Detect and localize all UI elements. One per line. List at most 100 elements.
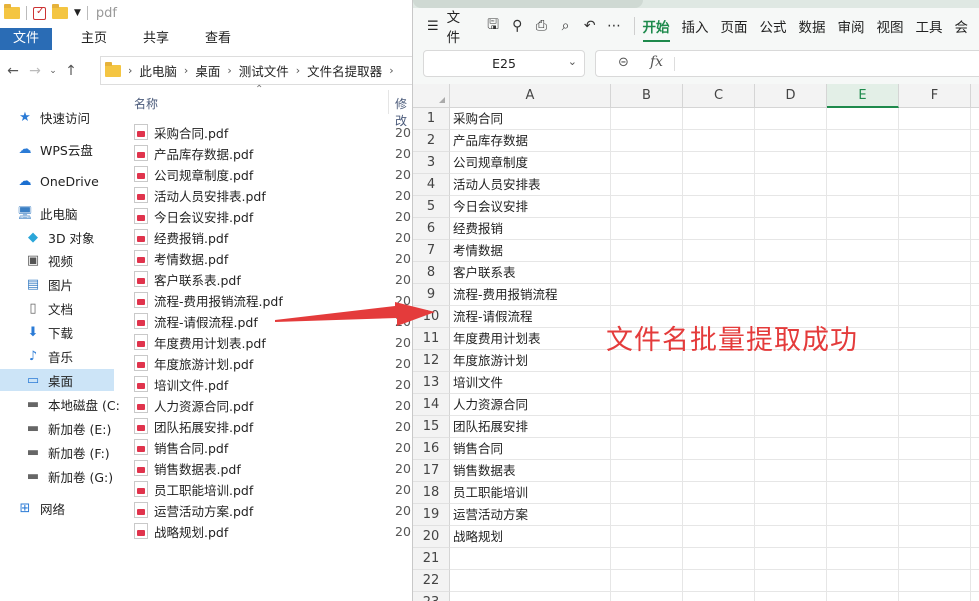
function-icon[interactable]: fx	[650, 54, 663, 70]
row-header[interactable]: 8	[413, 262, 450, 284]
chevron-down-icon[interactable]: ⌄	[568, 55, 577, 68]
nav-item-music[interactable]: ♪ 音乐	[24, 345, 138, 367]
quick-access-dropdown-icon[interactable]: ▼	[74, 8, 81, 18]
row-header[interactable]: 12	[413, 350, 450, 372]
undo-icon[interactable]: ↶	[581, 18, 598, 34]
nav-item-onedrive[interactable]: ☁ OneDrive	[16, 170, 130, 192]
print-icon[interactable]: ⎙	[533, 18, 550, 34]
row-header[interactable]: 13	[413, 372, 450, 394]
hamburger-menu-icon[interactable]: ☰	[427, 19, 439, 34]
cell-a[interactable]: 员工职能培训	[453, 482, 528, 504]
row-header[interactable]: 17	[413, 460, 450, 482]
row-header[interactable]: 20	[413, 526, 450, 548]
row-header[interactable]: 14	[413, 394, 450, 416]
column-header-c[interactable]: C	[683, 84, 755, 108]
row-header[interactable]: 1	[413, 108, 450, 130]
cell-a[interactable]: 流程-费用报销流程	[453, 284, 558, 306]
cell-a[interactable]: 今日会议安排	[453, 196, 528, 218]
file-list-item[interactable]: 客户联系表.pdf 20	[134, 269, 412, 289]
row-header[interactable]: 5	[413, 196, 450, 218]
cell-a[interactable]: 采购合同	[453, 108, 503, 130]
row-header[interactable]: 6	[413, 218, 450, 240]
file-list-item[interactable]: 产品库存数据.pdf 20	[134, 143, 412, 163]
row-header[interactable]: 3	[413, 152, 450, 174]
nav-item-downloads[interactable]: ⬇ 下载	[24, 321, 138, 343]
cell-a[interactable]: 团队拓展安排	[453, 416, 528, 438]
cell-a[interactable]: 销售合同	[453, 438, 503, 460]
cell-a[interactable]: 销售数据表	[453, 460, 516, 482]
row-header[interactable]: 10	[413, 306, 450, 328]
row-header[interactable]: 4	[413, 174, 450, 196]
file-list-item[interactable]: 年度费用计划表.pdf 20	[134, 332, 412, 352]
nav-item-volume-e[interactable]: ▬ 新加卷 (E:)	[24, 417, 138, 439]
address-bar[interactable]: › 此电脑 › 桌面 › 测试文件 › 文件名提取器 ›	[100, 56, 412, 85]
checkbox-icon[interactable]: ✓	[33, 6, 46, 20]
menu-review[interactable]: 审阅	[838, 16, 865, 36]
formula-input[interactable]: ⊝ fx	[595, 50, 979, 77]
file-list-item[interactable]: 培训文件.pdf 20	[134, 374, 412, 394]
file-list-item[interactable]: 采购合同.pdf 20	[134, 122, 412, 142]
back-arrow-icon[interactable]: ←	[2, 63, 24, 79]
cell-a[interactable]: 客户联系表	[453, 262, 516, 284]
file-list-item[interactable]: 流程-请假流程.pdf 20	[134, 311, 412, 331]
new-folder-icon[interactable]	[52, 4, 68, 19]
file-list-item[interactable]: 活动人员安排表.pdf 20	[134, 185, 412, 205]
breadcrumb-item[interactable]: 测试文件	[239, 61, 289, 80]
cell-a[interactable]: 考情数据	[453, 240, 503, 262]
menu-home[interactable]: 开始	[642, 16, 670, 42]
cell-a[interactable]: 年度费用计划表	[453, 328, 541, 350]
menu-page[interactable]: 页面	[721, 16, 748, 36]
format-painter-icon[interactable]: ⚲	[509, 18, 526, 34]
column-header-e[interactable]: E	[827, 84, 899, 108]
row-header[interactable]: 16	[413, 438, 450, 460]
file-list-item[interactable]: 运营活动方案.pdf 20	[134, 500, 412, 520]
ribbon-tab-share[interactable]: 共享	[130, 28, 182, 50]
file-menu[interactable]: 文件	[447, 6, 473, 46]
nav-item-volume-g[interactable]: ▬ 新加卷 (G:)	[24, 465, 138, 487]
menu-tools[interactable]: 工具	[916, 16, 943, 36]
cell-a[interactable]: 流程-请假流程	[453, 306, 533, 328]
breadcrumb-item[interactable]: 桌面	[195, 61, 220, 80]
column-header-b[interactable]: B	[611, 84, 683, 108]
cell-a[interactable]: 产品库存数据	[453, 130, 528, 152]
column-header-d[interactable]: D	[755, 84, 827, 108]
cell-a[interactable]: 公司规章制度	[453, 152, 528, 174]
zoom-icon[interactable]: ⊝	[618, 55, 629, 70]
column-header-f[interactable]: F	[899, 84, 971, 108]
menu-data[interactable]: 数据	[799, 16, 826, 36]
file-list-item[interactable]: 年度旅游计划.pdf 20	[134, 353, 412, 373]
file-list-item[interactable]: 战略规划.pdf 20	[134, 521, 412, 541]
cell-a[interactable]: 经费报销	[453, 218, 503, 240]
breadcrumb-item[interactable]: 此电脑	[139, 61, 177, 80]
forward-arrow-icon[interactable]: →	[24, 63, 46, 79]
row-header[interactable]: 22	[413, 570, 450, 592]
nav-item-pictures[interactable]: ▤ 图片	[24, 273, 138, 295]
file-list-item[interactable]: 公司规章制度.pdf 20	[134, 164, 412, 184]
nav-item-videos[interactable]: ▣ 视频	[24, 249, 138, 271]
file-list-item[interactable]: 经费报销.pdf 20	[134, 227, 412, 247]
more-icon[interactable]: ⋯	[605, 18, 622, 34]
ribbon-tab-file[interactable]: 文件	[0, 28, 53, 50]
name-box[interactable]: E25 ⌄	[423, 50, 585, 77]
menu-view[interactable]: 视图	[877, 16, 904, 36]
row-header[interactable]: 7	[413, 240, 450, 262]
history-dropdown-icon[interactable]: ⌄	[46, 66, 60, 76]
cell-a[interactable]: 人力资源合同	[453, 394, 528, 416]
row-header[interactable]: 19	[413, 504, 450, 526]
row-header[interactable]: 15	[413, 416, 450, 438]
nav-item-network[interactable]: ⊞ 网络	[16, 497, 130, 519]
file-list-item[interactable]: 人力资源合同.pdf 20	[134, 395, 412, 415]
select-all-corner[interactable]	[413, 84, 450, 108]
column-header-name[interactable]: 名称	[134, 95, 158, 112]
menu-member[interactable]: 会	[955, 16, 969, 36]
file-list-item[interactable]: 销售合同.pdf 20	[134, 437, 412, 457]
row-header[interactable]: 21	[413, 548, 450, 570]
file-list-item[interactable]: 团队拓展安排.pdf 20	[134, 416, 412, 436]
save-icon[interactable]: 🖫	[484, 14, 501, 38]
file-list-item[interactable]: 销售数据表.pdf 20	[134, 458, 412, 478]
breadcrumb-item[interactable]: 文件名提取器	[307, 61, 382, 80]
ribbon-tab-home[interactable]: 主页	[68, 28, 120, 50]
nav-item-local-disk-c[interactable]: ▬ 本地磁盘 (C:	[24, 393, 138, 415]
row-header[interactable]: 18	[413, 482, 450, 504]
cell-a[interactable]: 活动人员安排表	[453, 174, 541, 196]
